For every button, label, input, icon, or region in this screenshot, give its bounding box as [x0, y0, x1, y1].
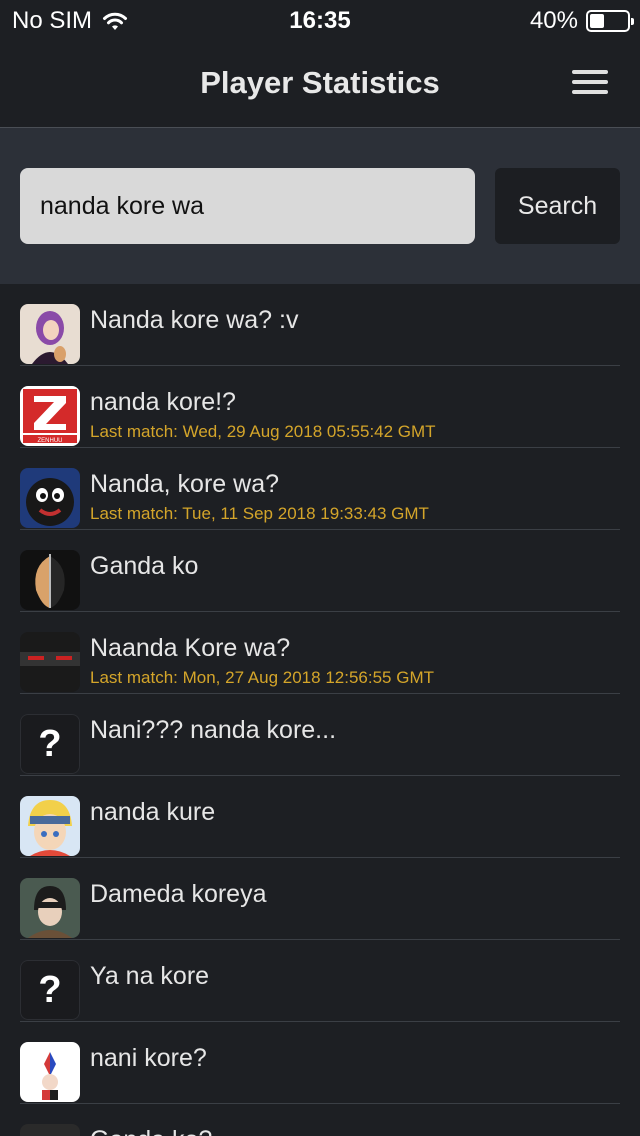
player-name: nanda kure	[90, 798, 216, 826]
last-match: Last match: Mon, 27 Aug 2018 12:56:55 GM…	[90, 668, 434, 687]
avatar	[20, 550, 80, 610]
last-match: Last match: Tue, 11 Sep 2018 19:33:43 GM…	[90, 504, 429, 523]
avatar	[20, 632, 80, 692]
list-item[interactable]: Ganda ko?	[20, 1104, 620, 1136]
player-name: Ya na kore	[90, 962, 210, 990]
avatar	[20, 1042, 80, 1102]
player-name: Nani??? nanda kore...	[90, 716, 337, 744]
status-bar: No SIM 16:35 40%	[0, 0, 640, 40]
battery-percent: 40%	[529, 7, 578, 34]
avatar: ZENHUU	[20, 386, 80, 446]
list-item[interactable]: Dameda koreya	[20, 858, 620, 940]
list-item[interactable]: ? Ya na kore	[20, 940, 620, 1022]
last-match: Last match: Wed, 29 Aug 2018 05:55:42 GM…	[90, 422, 436, 441]
avatar	[20, 878, 80, 938]
battery-icon	[586, 10, 634, 32]
page-title: Player Statistics	[200, 65, 440, 100]
player-name: Ganda ko	[90, 552, 199, 580]
list-item[interactable]: nani kore?	[20, 1022, 620, 1104]
list-item[interactable]: ? Nani??? nanda kore...	[20, 694, 620, 776]
list-item[interactable]: Nanda kore wa? :v	[20, 284, 620, 366]
list-item[interactable]: ZENHUU nanda kore!? Last match: Wed, 29 Au…	[20, 366, 620, 448]
battery-fill	[590, 14, 605, 28]
status-right: 40%	[529, 7, 634, 35]
avatar: ?	[20, 960, 80, 1020]
player-name: Dameda koreya	[90, 880, 267, 908]
player-name: Nanda, kore wa?	[90, 470, 280, 498]
player-name: Ganda ko?	[90, 1126, 212, 1136]
nav-bar: Player Statistics	[0, 40, 640, 128]
list-item[interactable]: nanda kure	[20, 776, 620, 858]
player-name: nani kore?	[90, 1044, 207, 1072]
search-panel: Search	[0, 128, 640, 284]
player-name: Nanda kore wa? :v	[90, 306, 299, 334]
player-name: Naanda Kore wa?	[90, 634, 291, 662]
avatar	[20, 796, 80, 856]
list-item[interactable]: Ganda ko	[20, 530, 620, 612]
svg-text:ZENHUU: ZENHUU	[38, 438, 63, 444]
avatar	[20, 1124, 80, 1136]
list-item[interactable]: Naanda Kore wa? Last match: Mon, 27 Aug 2…	[20, 612, 620, 694]
avatar	[20, 468, 80, 528]
player-name: nanda kore!?	[90, 388, 236, 416]
search-input[interactable]	[20, 168, 475, 244]
avatar	[20, 304, 80, 364]
avatar: ?	[20, 714, 80, 774]
search-button[interactable]: Search	[495, 168, 620, 244]
hamburger-icon[interactable]	[572, 70, 608, 94]
list-item[interactable]: Nanda, kore wa? Last match: Tue, 11 Sep 2…	[20, 448, 620, 530]
